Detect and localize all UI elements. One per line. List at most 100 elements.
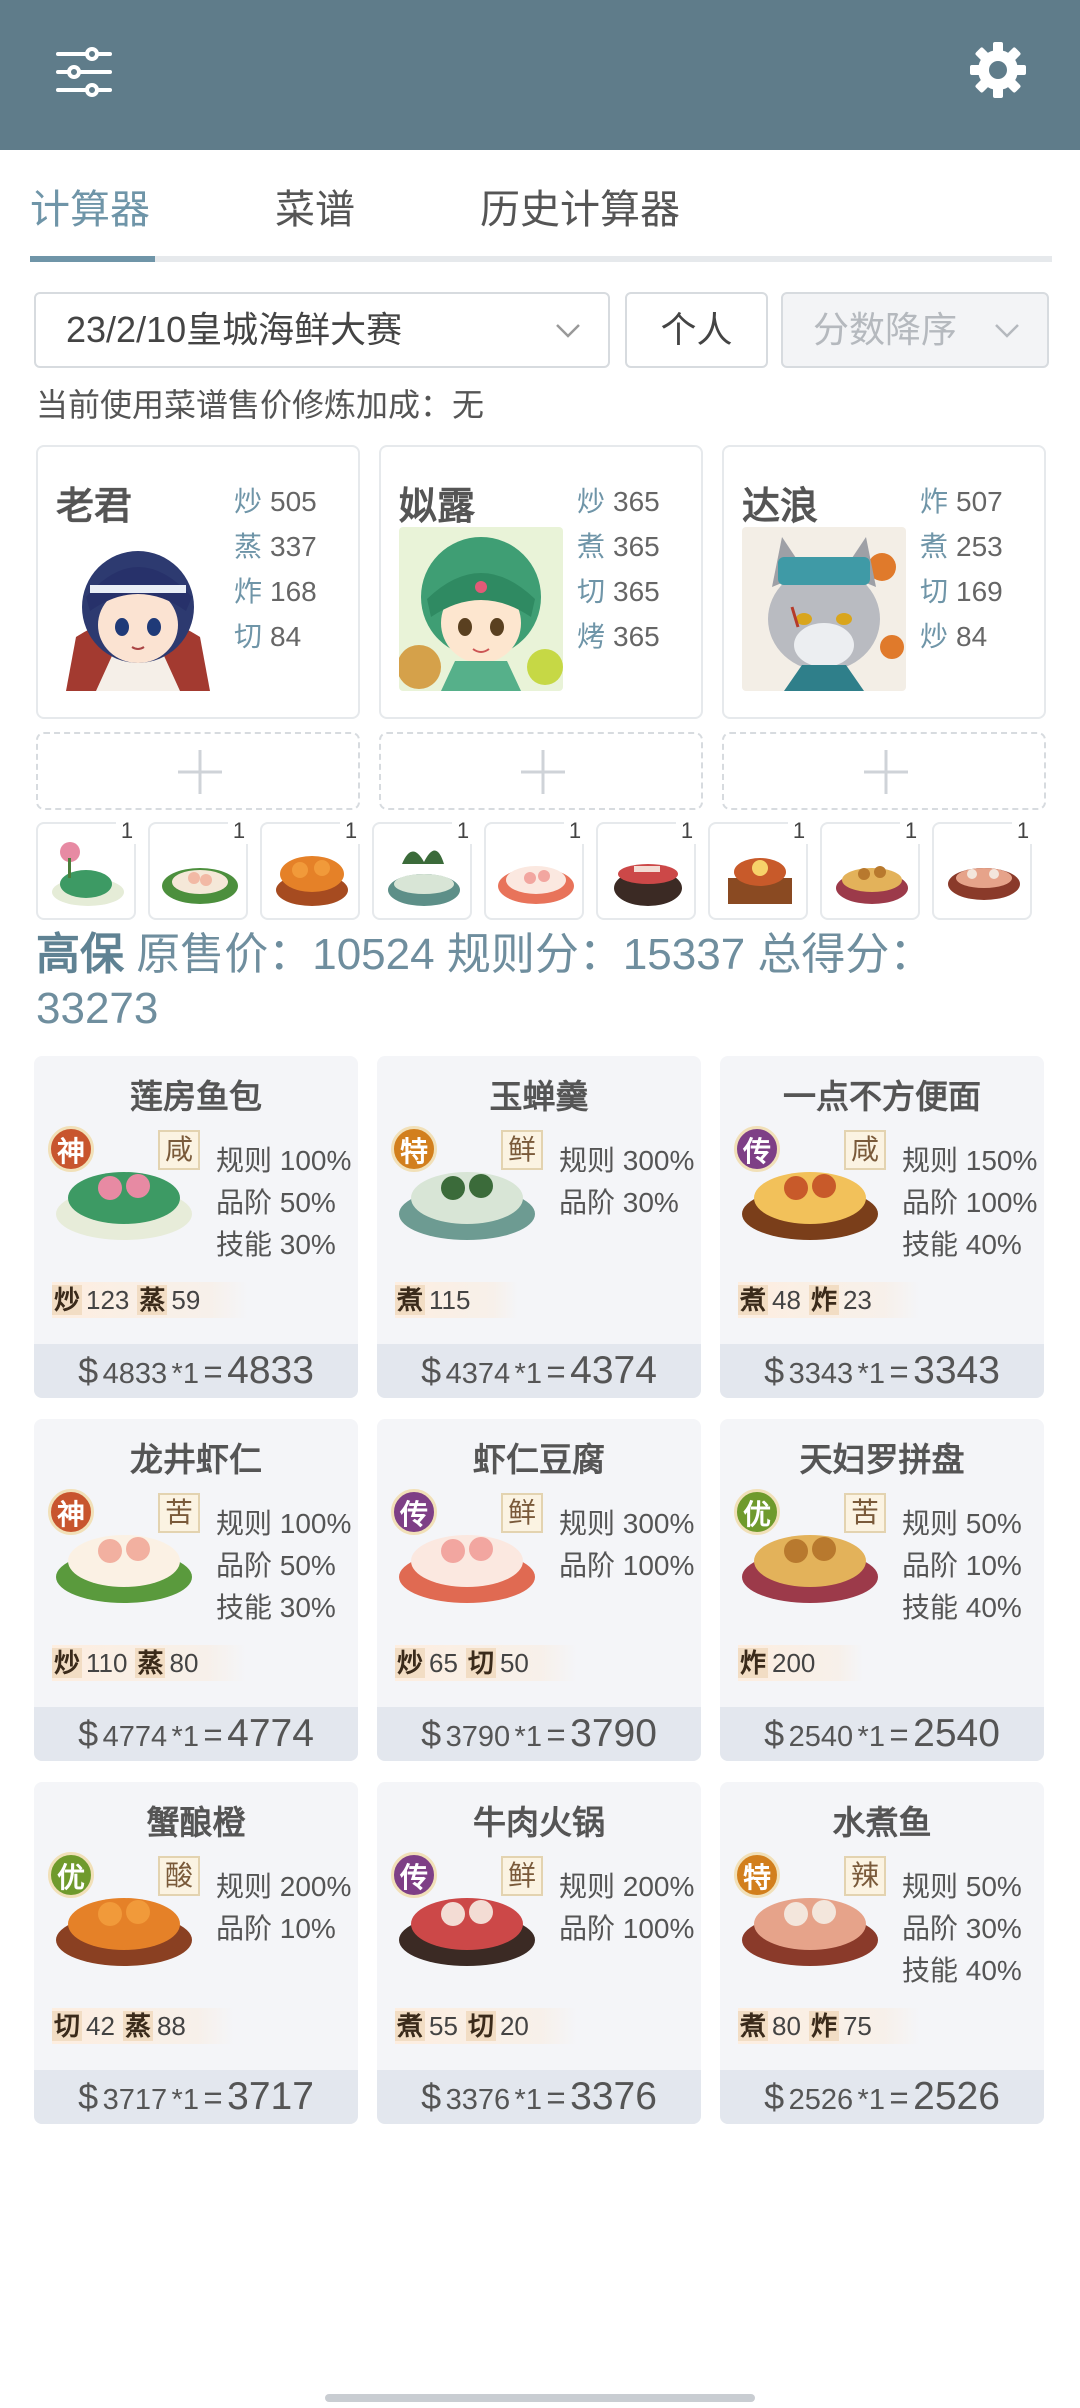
thumb-count: 1 <box>452 818 474 844</box>
skill-value: 80 <box>772 2011 801 2041</box>
dish-thumb[interactable]: 1 <box>36 818 138 920</box>
equals-sign: = <box>889 1716 909 1753</box>
skill-value: 42 <box>86 2011 115 2041</box>
score-summary: 高保 原售价：10524 规则分：15337 总得分： 33273 <box>36 928 1046 1036</box>
taste-tag: 苦 <box>158 1493 200 1533</box>
dish-name: 牛肉火锅 <box>473 1804 605 1841</box>
dish-thumb[interactable]: 1 <box>372 818 474 920</box>
chef-name: 姒露 <box>399 486 476 528</box>
taste-tag: 鲜 <box>501 1856 543 1896</box>
thumb-count: 1 <box>788 818 810 844</box>
skill-name: 蒸 <box>135 1648 166 1678</box>
contest-select[interactable]: 23/2/10皇城海鲜大赛 <box>34 292 610 368</box>
chef-stat: 炸 168 <box>234 576 317 607</box>
dish-card[interactable]: 玉蝉羹特 鲜规则 300% 品阶 30% 煮 115 $ 4374 *1 = 4374 <box>377 1056 701 1398</box>
skill-name: 煮 <box>738 1285 769 1315</box>
skill-name: 切 <box>52 2011 83 2041</box>
dish-modifier: 规则 200% <box>559 1871 695 1902</box>
skill-name: 切 <box>465 1648 496 1678</box>
sort-select[interactable]: 分数降序 <box>781 292 1049 368</box>
total-value: 33273 <box>36 984 159 1033</box>
equals-sign: = <box>546 1716 566 1753</box>
base-price: 4774 <box>102 1721 168 1753</box>
dish-card[interactable]: 水煮鱼特 辣规则 50% 品阶 30% 技能 40% 煮 80 炸 75 $ 2526 *1 =… <box>720 1782 1044 2124</box>
dish-card[interactable]: 莲房鱼包神咸规则 100% 品阶 50% 技能 30% 炒 123 蒸 59 $ 4833 *… <box>34 1056 358 1398</box>
dish-thumb[interactable]: 1 <box>484 818 586 920</box>
dish-card[interactable]: 天妇罗拼盘优 苦规则 50% 品阶 10% 技能 40% 炸 200 $ 2540 *1 =… <box>720 1419 1044 1761</box>
skill-name: 煮 <box>738 2011 769 2041</box>
skill-requirements: 煮 55 切 20 <box>395 2008 577 2044</box>
skill-value: 115 <box>429 1285 471 1315</box>
equip-slot[interactable] <box>722 732 1046 810</box>
dish-card[interactable]: 牛肉火锅传 鲜规则 200% 品阶 100% 煮 55 切 20 $ 3376 *1 = 33… <box>377 1782 701 2124</box>
dish-total: 3343 <box>913 1349 1000 1392</box>
sliders-icon[interactable] <box>52 40 116 104</box>
dish-name: 天妇罗拼盘 <box>799 1441 965 1478</box>
rarity-badge: 特 <box>391 1126 437 1172</box>
rarity-badge: 神 <box>48 1489 94 1535</box>
tab-history-calculator[interactable]: 历史计算器 <box>480 180 680 240</box>
multiplier: *1 <box>857 1358 885 1390</box>
chef-card[interactable]: 姒露 炒 365 煮 365 切 365 烤 365 <box>379 445 703 719</box>
skill-name: 炒 <box>52 1285 83 1315</box>
dish-modifiers: 规则 200% 品阶 100% <box>559 1866 694 1950</box>
skill-name: 炒 <box>52 1648 83 1678</box>
tab-recipes[interactable]: 菜谱 <box>275 180 355 240</box>
total-label: 总得分： <box>757 930 934 979</box>
chef-card[interactable]: 老君 炒 505 蒸 337 炸 168 切 84 <box>36 445 360 719</box>
taste-tag: 酸 <box>158 1856 200 1896</box>
equip-slot[interactable] <box>379 732 703 810</box>
dish-thumb[interactable]: 1 <box>260 818 362 920</box>
chef-card[interactable]: 达浪 炸 507 煮 253 切 169 炒 84 <box>722 445 1046 719</box>
dish-card[interactable]: 虾仁豆腐传 鲜规则 300% 品阶 100% 炒 65 切 50 $ 3790 *1 = 37… <box>377 1419 701 1761</box>
skill-requirement: 切 50 <box>465 1645 529 1681</box>
chef-name: 达浪 <box>742 486 819 528</box>
tab-calculator[interactable]: 计算器 <box>30 180 150 240</box>
rarity-badge: 传 <box>391 1489 437 1535</box>
equals-sign: = <box>203 1716 223 1753</box>
dish-card[interactable]: 一点不方便面传 咸规则 150% 品阶 100% 技能 40% 煮 48 炸 23 $ 3343… <box>720 1056 1044 1398</box>
mode-button[interactable]: 个人 <box>625 292 768 368</box>
gear-icon[interactable] <box>966 38 1030 102</box>
dish-thumb[interactable]: 1 <box>148 818 250 920</box>
skill-requirements: 煮 48 炸 23 <box>738 1282 920 1318</box>
dish-modifier: 规则 150% <box>902 1145 1038 1176</box>
chef-stat: 切 169 <box>920 576 1003 607</box>
skill-value: 200 <box>772 1648 816 1678</box>
dish-card[interactable]: 龙井虾仁神苦规则 100% 品阶 50% 技能 30% 炒 110 蒸 80 $ 4774 *… <box>34 1419 358 1761</box>
dish-modifier: 品阶 10% <box>216 1913 336 1944</box>
chef-stat: 煮 253 <box>920 531 1003 562</box>
dish-modifier: 品阶 100% <box>559 1550 695 1581</box>
skill-value: 50 <box>499 1648 529 1678</box>
dish-modifiers: 规则 200% 品阶 10% <box>216 1866 351 1950</box>
chef-stats: 炒 365 煮 365 切 365 烤 365 <box>577 479 660 659</box>
dish-modifiers: 规则 100% 品阶 50% 技能 30% <box>216 1140 351 1266</box>
dish-thumb[interactable]: 1 <box>708 818 810 920</box>
dish-modifier: 品阶 100% <box>559 1913 695 1944</box>
dish-name: 水煮鱼 <box>832 1804 932 1841</box>
skill-name: 煮 <box>395 1285 426 1315</box>
equip-slot[interactable] <box>36 732 360 810</box>
summary-chef: 高保 <box>36 930 124 979</box>
dish-thumb[interactable]: 1 <box>932 818 1034 920</box>
dish-name: 蟹酿橙 <box>146 1804 246 1841</box>
dish-card[interactable]: 蟹酿橙优 酸规则 200% 品阶 10% 切 42 蒸 88 $ 3717 *1 = 3717 <box>34 1782 358 2124</box>
rarity-badge: 传 <box>391 1852 437 1898</box>
dish-modifiers: 规则 150% 品阶 100% 技能 40% <box>902 1140 1037 1266</box>
rule-label: 规则分： <box>446 930 623 979</box>
chef-name: 老君 <box>56 486 133 528</box>
skill-name: 炒 <box>395 1648 426 1678</box>
base-price: 4374 <box>445 1358 511 1390</box>
dish-name: 莲房鱼包 <box>130 1078 262 1115</box>
multiplier: *1 <box>171 1358 199 1390</box>
skill-requirement: 煮 55 <box>395 2008 458 2044</box>
dish-thumb[interactable]: 1 <box>820 818 922 920</box>
dish-modifier: 品阶 50% <box>216 1550 336 1581</box>
skill-value: 55 <box>429 2011 458 2041</box>
dish-thumb[interactable]: 1 <box>596 818 698 920</box>
currency-symbol: $ <box>421 2076 442 2117</box>
dish-total: 3376 <box>570 2075 657 2118</box>
skill-requirement: 煮 48 <box>738 1282 801 1318</box>
dish-price: $ 3376 *1 = 3376 <box>377 2070 701 2124</box>
dish-modifiers: 规则 50% 品阶 30% 技能 40% <box>902 1866 1022 1992</box>
